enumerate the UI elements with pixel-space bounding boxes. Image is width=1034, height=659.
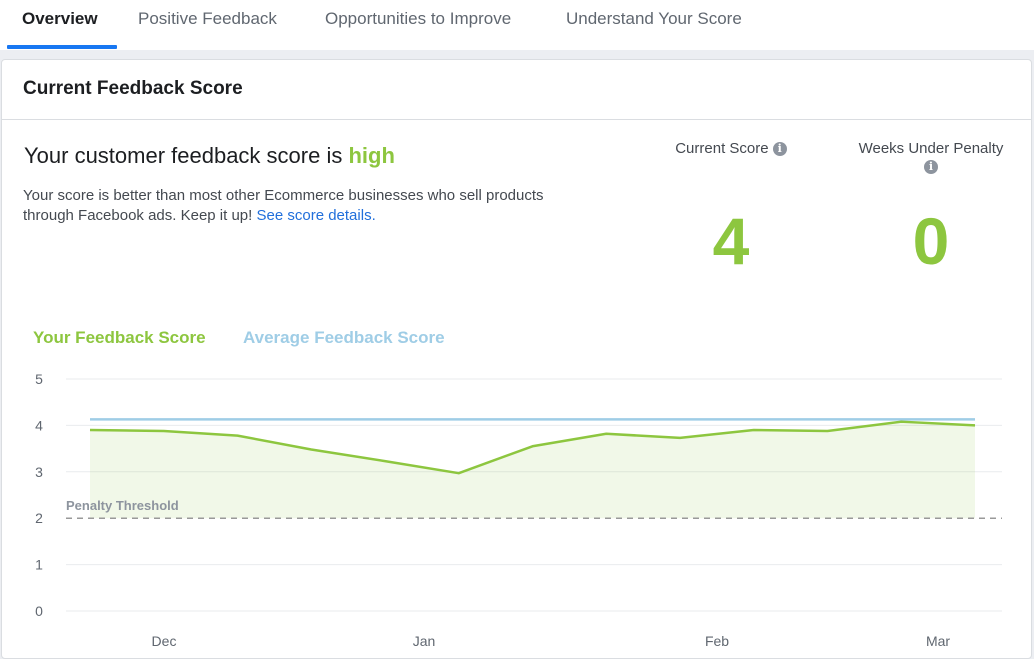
headline-prefix: Your customer feedback score is bbox=[24, 143, 349, 168]
x-tick-label: Jan bbox=[413, 633, 436, 649]
score-description: Your score is better than most other Eco… bbox=[23, 186, 583, 226]
current-score-label: Current Score i bbox=[662, 140, 800, 157]
your-score-area bbox=[90, 421, 975, 519]
current-score-label-text: Current Score bbox=[675, 140, 769, 157]
feedback-score-chart: 0 1 2 3 4 5 Penalty Threshold Dec Jan Feb Mar bbox=[35, 371, 1002, 649]
y-tick-label: 0 bbox=[35, 603, 43, 619]
score-headline: Your customer feedback score is high bbox=[24, 143, 395, 169]
panel-header: Current Feedback Score bbox=[2, 60, 1031, 120]
x-tick-label: Mar bbox=[926, 633, 950, 649]
x-tick-label: Dec bbox=[152, 633, 177, 649]
y-tick-label: 5 bbox=[35, 371, 43, 387]
y-tick-label: 3 bbox=[35, 464, 43, 480]
legend-average-feedback-score[interactable]: Average Feedback Score bbox=[243, 328, 445, 348]
y-tick-label: 2 bbox=[35, 510, 43, 526]
active-tab-indicator bbox=[7, 45, 117, 49]
penalty-threshold-label: Penalty Threshold bbox=[66, 498, 179, 513]
info-icon[interactable]: i bbox=[772, 142, 787, 156]
weeks-under-penalty-value: 0 bbox=[912, 204, 950, 278]
current-score-value: 4 bbox=[712, 204, 750, 278]
score-level: high bbox=[348, 143, 395, 168]
tab-overview[interactable]: Overview bbox=[22, 0, 98, 50]
tab-opportunities-to-improve[interactable]: Opportunities to Improve bbox=[325, 0, 511, 50]
tab-positive-feedback[interactable]: Positive Feedback bbox=[138, 0, 277, 50]
tab-bar: Overview Positive Feedback Opportunities… bbox=[0, 0, 1034, 50]
tab-understand-your-score[interactable]: Understand Your Score bbox=[566, 0, 742, 50]
weeks-under-penalty-label-text: Weeks Under Penalty bbox=[858, 140, 1004, 157]
y-tick-label: 1 bbox=[35, 557, 43, 573]
legend-your-feedback-score[interactable]: Your Feedback Score bbox=[33, 328, 206, 348]
y-tick-label: 4 bbox=[35, 417, 43, 433]
weeks-under-penalty-label: Weeks Under Penalty i bbox=[840, 140, 1022, 175]
info-icon[interactable]: i bbox=[924, 160, 938, 174]
see-score-details-link[interactable]: See score details. bbox=[257, 207, 376, 224]
panel-title: Current Feedback Score bbox=[23, 78, 243, 99]
x-tick-label: Feb bbox=[705, 633, 729, 649]
